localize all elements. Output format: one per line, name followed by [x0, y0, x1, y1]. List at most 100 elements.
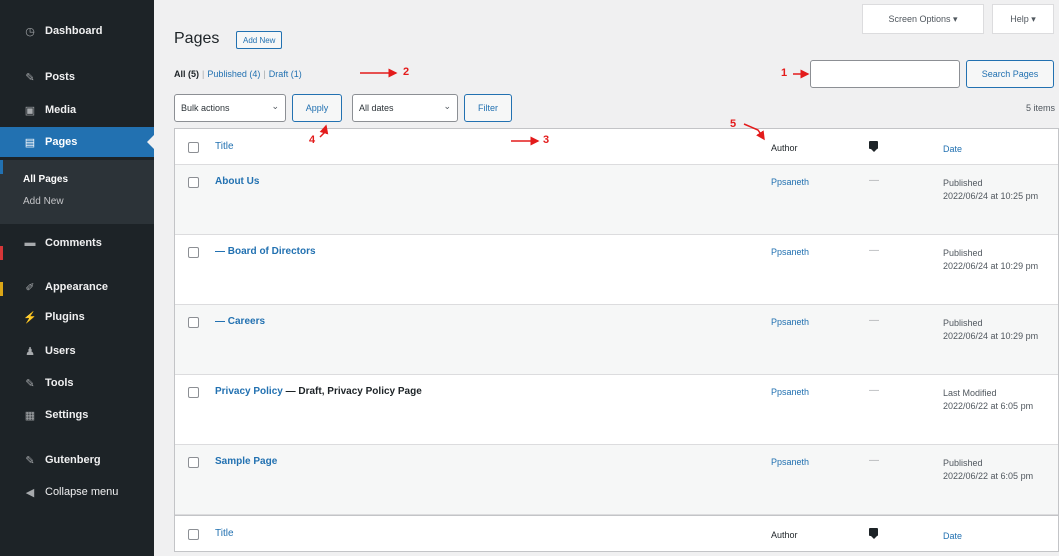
sidebar-item-plugins[interactable]: ⚡ Plugins: [0, 302, 154, 332]
sidebar-item-settings[interactable]: ▦ Settings: [0, 400, 154, 430]
row-checkbox[interactable]: [188, 247, 199, 258]
date-cell: Published 2022/06/24 at 10:29 pm: [943, 318, 1039, 341]
filter-all[interactable]: All (5): [174, 69, 199, 79]
sidebar-item-label: Collapse menu: [45, 486, 119, 498]
edge-color-marks: [0, 0, 4, 556]
pages-submenu: All Pages Add New: [0, 160, 154, 224]
items-count: 5 items: [1025, 103, 1055, 113]
page-title-link[interactable]: — Careers: [215, 316, 265, 327]
help-button[interactable]: Help ▾: [992, 4, 1054, 34]
column-author: Author: [771, 143, 798, 153]
sidebar-item-appearance[interactable]: ✐ Appearance: [0, 272, 154, 302]
comments-count: —: [869, 385, 879, 396]
annotation-5: 5: [730, 118, 737, 130]
screen-options-button[interactable]: Screen Options ▾: [862, 4, 984, 34]
bulk-actions-select[interactable]: Bulk actions ⌄: [174, 94, 286, 122]
column-title-sort[interactable]: Title: [215, 141, 234, 152]
comments-count: —: [869, 245, 879, 256]
paintbrush-icon: ✐: [25, 281, 35, 294]
author-link[interactable]: Ppsaneth: [771, 177, 809, 187]
table-header-row: Title Author Date: [175, 129, 1058, 165]
sidebar-item-label: Pages: [45, 136, 78, 148]
column-date-sort[interactable]: Date: [943, 143, 962, 156]
search-pages-button[interactable]: Search Pages: [966, 60, 1054, 88]
sidebar-item-posts[interactable]: ✎ Posts: [0, 62, 154, 92]
collapse-menu-button[interactable]: ◀ Collapse menu: [0, 477, 154, 507]
author-link[interactable]: Ppsaneth: [771, 247, 809, 257]
table-footer-row: Title Author Date: [175, 515, 1058, 551]
annotation-3: 3: [543, 134, 550, 146]
page-icon: ▤: [24, 136, 36, 149]
sidebar-item-label: Appearance: [45, 281, 108, 293]
add-new-button[interactable]: Add New: [236, 31, 283, 49]
pages-table: Title Author Date About Us Ppsaneth — Pu…: [174, 128, 1059, 552]
select-all-checkbox[interactable]: [188, 142, 199, 153]
sidebar-item-label: Media: [45, 104, 77, 116]
page-title-link[interactable]: Privacy Policy — Draft, Privacy Policy P…: [215, 386, 422, 397]
table-row: Sample Page Ppsaneth — Published 2022/06/…: [175, 445, 1058, 515]
date-cell: Published 2022/06/24 at 10:29 pm: [943, 248, 1039, 271]
submenu-all-pages[interactable]: All Pages: [23, 174, 68, 185]
search-input[interactable]: [810, 60, 960, 88]
sidebar-item-label: Gutenberg: [45, 454, 101, 466]
current-menu-arrow: [147, 135, 154, 149]
column-date-sort-footer[interactable]: Date: [943, 530, 962, 543]
page-title-link[interactable]: Sample Page: [215, 456, 277, 467]
row-checkbox[interactable]: [188, 177, 199, 188]
chevron-down-icon: ⌄: [271, 101, 279, 111]
sidebar-item-label: Tools: [45, 377, 74, 389]
select-all-checkbox-footer[interactable]: [188, 529, 199, 540]
sidebar-item-label: Dashboard: [45, 25, 103, 37]
row-checkbox[interactable]: [188, 457, 199, 468]
comments-column-icon[interactable]: [869, 141, 878, 152]
page-title-link[interactable]: About Us: [215, 176, 259, 187]
submenu-add-new[interactable]: Add New: [23, 196, 64, 207]
page-title-link[interactable]: — Board of Directors: [215, 246, 316, 257]
comments-count: —: [869, 175, 879, 186]
table-row: About Us Ppsaneth — Published 2022/06/24 …: [175, 165, 1058, 235]
users-icon: ♟: [25, 345, 35, 358]
column-author-footer: Author: [771, 530, 798, 540]
author-link[interactable]: Ppsaneth: [771, 457, 809, 467]
chevron-down-icon: ⌄: [443, 101, 451, 111]
sidebar-item-label: Comments: [45, 237, 102, 249]
row-checkbox[interactable]: [188, 317, 199, 328]
sidebar-item-label: Posts: [45, 71, 75, 83]
sidebar-item-gutenberg[interactable]: ✎ Gutenberg: [0, 445, 154, 475]
pushpin-icon: ✎: [25, 71, 35, 84]
main-content: Screen Options ▾ Help ▾ Pages Add New Al…: [154, 0, 1059, 556]
row-checkbox[interactable]: [188, 387, 199, 398]
date-cell: Published 2022/06/22 at 6:05 pm: [943, 458, 1034, 481]
date-cell: Published 2022/06/24 at 10:25 pm: [943, 178, 1039, 201]
sidebar-item-media[interactable]: ▣ Media: [0, 95, 154, 125]
table-row: — Careers Ppsaneth — Published 2022/06/24…: [175, 305, 1058, 375]
gutenberg-icon: ✎: [25, 454, 35, 467]
column-title-sort-footer[interactable]: Title: [215, 528, 234, 539]
media-icon: ▣: [24, 104, 36, 117]
collapse-icon: ◀: [25, 486, 35, 499]
dates-filter-select[interactable]: All dates ⌄: [352, 94, 458, 122]
sidebar-item-users[interactable]: ♟ Users: [0, 336, 154, 366]
wrench-icon: ✎: [25, 377, 35, 390]
sidebar-item-comments[interactable]: ▬ Comments: [0, 228, 154, 258]
settings-icon: ▦: [24, 409, 36, 422]
date-cell: Last Modified 2022/06/22 at 6:05 pm: [943, 388, 1034, 411]
dashboard-icon: ◷: [25, 25, 35, 38]
apply-button[interactable]: Apply: [292, 94, 342, 122]
sidebar-item-label: Users: [45, 345, 76, 357]
comments-count: —: [869, 455, 879, 466]
sidebar-item-label: Plugins: [45, 311, 85, 323]
filter-draft[interactable]: Draft (1): [269, 69, 302, 79]
sidebar-item-pages[interactable]: ▤ Pages: [0, 127, 154, 157]
filter-published[interactable]: Published (4): [207, 69, 260, 79]
sidebar-item-dashboard[interactable]: ◷ Dashboard: [0, 16, 154, 46]
table-row: Privacy Policy — Draft, Privacy Policy P…: [175, 375, 1058, 445]
author-link[interactable]: Ppsaneth: [771, 317, 809, 327]
sidebar-item-tools[interactable]: ✎ Tools: [0, 368, 154, 398]
author-link[interactable]: Ppsaneth: [771, 387, 809, 397]
annotation-2: 2: [403, 66, 410, 78]
status-filter-links: All (5) | Published (4) | Draft (1): [174, 69, 302, 79]
comments-count: —: [869, 315, 879, 326]
filter-button[interactable]: Filter: [464, 94, 512, 122]
comments-column-icon[interactable]: [869, 528, 878, 539]
